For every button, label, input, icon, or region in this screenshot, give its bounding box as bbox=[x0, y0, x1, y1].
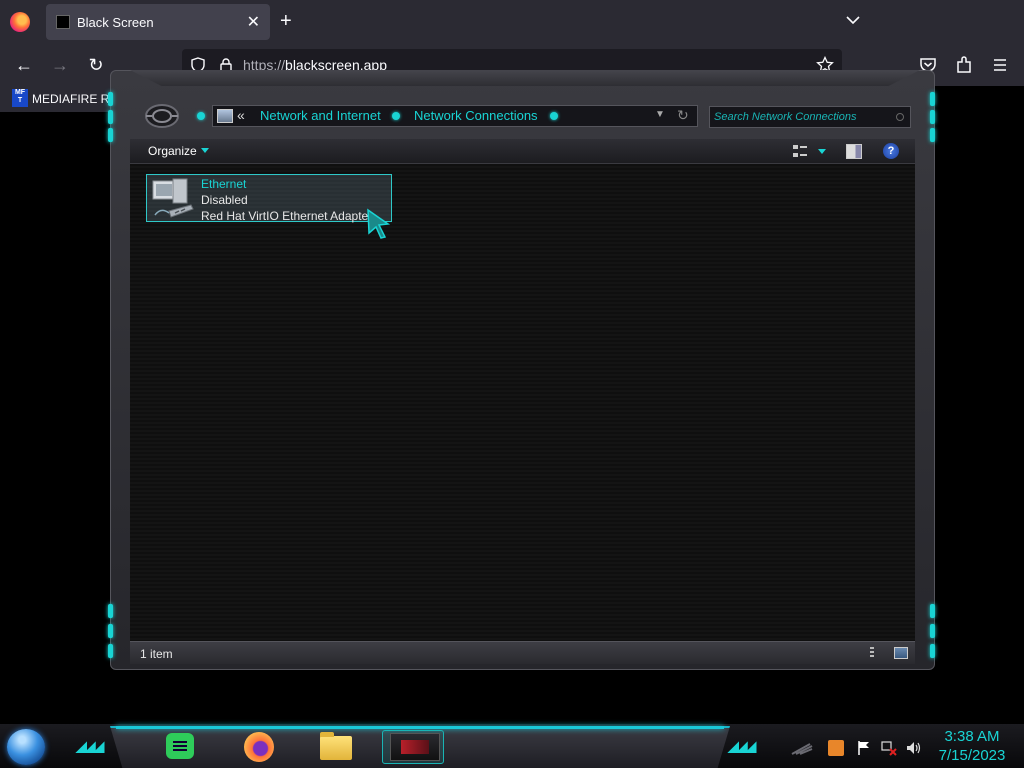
frame-led bbox=[108, 624, 113, 638]
command-bar: Organize ? bbox=[130, 139, 915, 164]
frame-led bbox=[930, 128, 935, 142]
forward-icon[interactable]: → bbox=[49, 54, 71, 76]
item-count: 1 item bbox=[140, 647, 173, 661]
java-update-icon[interactable] bbox=[828, 740, 844, 756]
frame-led bbox=[930, 92, 935, 106]
connection-name: Ethernet bbox=[201, 177, 247, 191]
clock-date: 7/15/2023 bbox=[938, 747, 1006, 764]
breadcrumb-separator-icon[interactable] bbox=[550, 112, 558, 120]
change-view-icon[interactable] bbox=[792, 144, 808, 159]
frame-led bbox=[930, 604, 935, 618]
chevron-down-icon[interactable] bbox=[845, 12, 861, 28]
breadcrumb-separator-icon[interactable] bbox=[392, 112, 400, 120]
breadcrumb-overflow[interactable]: « bbox=[237, 107, 245, 123]
help-icon[interactable]: ? bbox=[883, 143, 899, 159]
sticky-notes-icon[interactable] bbox=[166, 733, 194, 759]
mouse-cursor-icon bbox=[367, 208, 391, 239]
taskbar-chevrons-icon: ◢◢◢ bbox=[76, 738, 104, 754]
refresh-icon[interactable]: ↻ bbox=[677, 107, 689, 124]
frame-led bbox=[108, 92, 113, 106]
network-connections-window-icon[interactable] bbox=[390, 733, 440, 761]
file-list-area[interactable]: Ethernet Disabled Red Hat VirtIO Etherne… bbox=[130, 164, 915, 641]
start-button[interactable] bbox=[7, 729, 45, 765]
organize-button[interactable]: Organize bbox=[148, 144, 209, 158]
search-input[interactable] bbox=[714, 108, 890, 126]
taskbar-chevrons-icon: ◢◢◢ bbox=[728, 738, 756, 754]
new-tab-icon[interactable]: + bbox=[280, 10, 292, 32]
organize-label: Organize bbox=[148, 144, 197, 158]
network-disconnected-icon[interactable] bbox=[881, 740, 897, 756]
close-tab-icon[interactable]: ✕ bbox=[247, 12, 260, 32]
folder-icon[interactable] bbox=[320, 732, 352, 760]
volume-icon[interactable] bbox=[905, 740, 921, 756]
tab-bar: Black Screen ✕ + bbox=[0, 0, 1024, 44]
taskbar-glow bbox=[116, 726, 724, 729]
preview-pane-icon[interactable] bbox=[846, 144, 862, 159]
details-view-icon[interactable] bbox=[870, 647, 874, 659]
action-center-flag-icon[interactable] bbox=[856, 740, 872, 756]
back-icon[interactable]: ← bbox=[13, 54, 35, 76]
address-dropdown-icon[interactable]: ▼ bbox=[655, 109, 665, 120]
back-forward-gear-icon[interactable] bbox=[144, 102, 180, 130]
window-title-notch[interactable] bbox=[130, 70, 920, 86]
frame-led bbox=[108, 128, 113, 142]
taskbar-clock[interactable]: 3:38 AM 7/15/2023 bbox=[930, 728, 1014, 766]
show-hidden-icons-icon[interactable] bbox=[790, 740, 814, 756]
bookmark-mediafire[interactable]: MEDIAFIRE RO bbox=[32, 92, 110, 106]
search-icon[interactable] bbox=[896, 113, 904, 121]
firefox-icon[interactable] bbox=[244, 732, 274, 762]
browser-tab[interactable]: Black Screen ✕ bbox=[46, 4, 270, 40]
ethernet-adapter-icon bbox=[152, 178, 194, 218]
clock-time: 3:38 AM bbox=[944, 728, 1000, 745]
organize-dropdown-icon bbox=[200, 148, 209, 153]
firefox-logo-icon[interactable] bbox=[10, 12, 30, 32]
mediafire-bookmark-icon[interactable]: MF T bbox=[12, 89, 28, 107]
control-panel-icon bbox=[217, 109, 233, 123]
bookmarks-bar: MF T MEDIAFIRE RO bbox=[0, 86, 110, 112]
breadcrumb-network-connections[interactable]: Network Connections bbox=[414, 108, 538, 123]
frame-led bbox=[930, 110, 935, 124]
tab-title: Black Screen bbox=[77, 15, 154, 30]
status-bar: 1 item bbox=[130, 641, 915, 664]
search-box[interactable] bbox=[709, 106, 911, 128]
large-icons-view-icon[interactable] bbox=[894, 647, 908, 659]
breadcrumb-network-and-internet[interactable]: Network and Internet bbox=[260, 108, 381, 123]
frame-led bbox=[930, 624, 935, 638]
network-connection-item[interactable]: Ethernet Disabled Red Hat VirtIO Etherne… bbox=[146, 174, 392, 223]
extensions-icon[interactable] bbox=[954, 55, 974, 75]
menu-icon[interactable] bbox=[990, 55, 1010, 75]
view-options-dropdown-icon[interactable] bbox=[818, 149, 826, 154]
frame-led bbox=[108, 604, 113, 618]
reload-icon[interactable]: ↻ bbox=[85, 54, 107, 76]
tab-favicon-icon bbox=[56, 15, 70, 29]
frame-led bbox=[108, 644, 113, 658]
frame-led bbox=[930, 644, 935, 658]
connection-status: Disabled bbox=[201, 193, 248, 207]
connection-device: Red Hat VirtIO Ethernet Adapter bbox=[201, 209, 373, 223]
nav-dot-icon bbox=[197, 112, 205, 120]
address-bar[interactable]: « Network and Internet Network Connectio… bbox=[212, 105, 698, 127]
frame-led bbox=[108, 110, 113, 124]
